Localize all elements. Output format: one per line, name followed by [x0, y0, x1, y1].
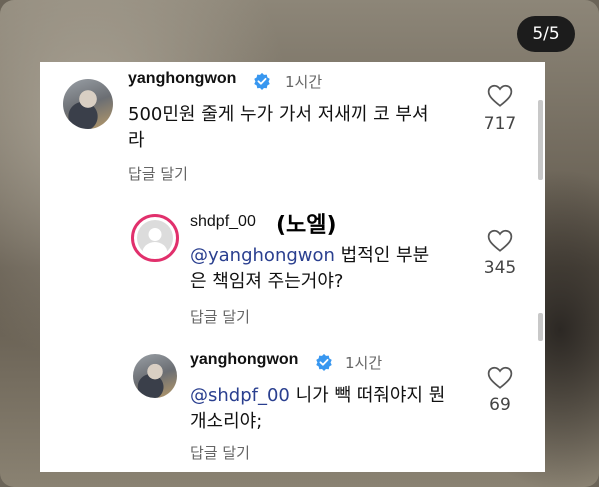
comment-text: 500민원 줄게 누가 가서 저새끼 코 부셔 라 [128, 104, 429, 151]
page-indicator: 5/5 [517, 16, 575, 52]
scrollbar-thumb-secondary[interactable] [538, 313, 543, 341]
like-count: 717 [483, 114, 517, 134]
like-heart-icon[interactable] [487, 229, 513, 253]
avatar-with-story-ring[interactable] [131, 214, 179, 262]
like-count: 345 [483, 258, 517, 278]
nickname-annotation: (노엘) [276, 213, 337, 238]
mention-link[interactable]: @yanghongwon [190, 245, 335, 266]
comment-username[interactable]: yanghongwon [190, 351, 298, 369]
verified-badge-icon [316, 353, 332, 371]
mention-link[interactable]: @shdpf_00 [190, 385, 290, 406]
reply-button[interactable]: 답글 달기 [128, 163, 188, 184]
comment-username[interactable]: shdpf_00 [190, 213, 256, 231]
reply-button[interactable]: 답글 달기 [190, 306, 250, 327]
comment-timestamp: 1시간 [345, 354, 383, 372]
avatar[interactable] [63, 79, 113, 129]
default-avatar-icon [137, 220, 173, 256]
comment-text: @shdpf_00 니가 빽 떠줘야지 뭔 개소리야; [190, 385, 446, 432]
reply-button[interactable]: 답글 달기 [190, 442, 250, 463]
verified-badge-icon [254, 72, 270, 90]
comment-timestamp: 1시간 [285, 73, 323, 91]
comment-username[interactable]: yanghongwon [128, 70, 236, 88]
like-heart-icon[interactable] [487, 366, 513, 390]
avatar[interactable] [133, 354, 177, 398]
like-count: 69 [489, 395, 511, 415]
like-heart-icon[interactable] [487, 84, 513, 108]
scrollbar-thumb[interactable] [538, 100, 543, 180]
comment-text: @yanghongwon 법적인 부분 은 책임져 주는거야? [190, 245, 430, 292]
